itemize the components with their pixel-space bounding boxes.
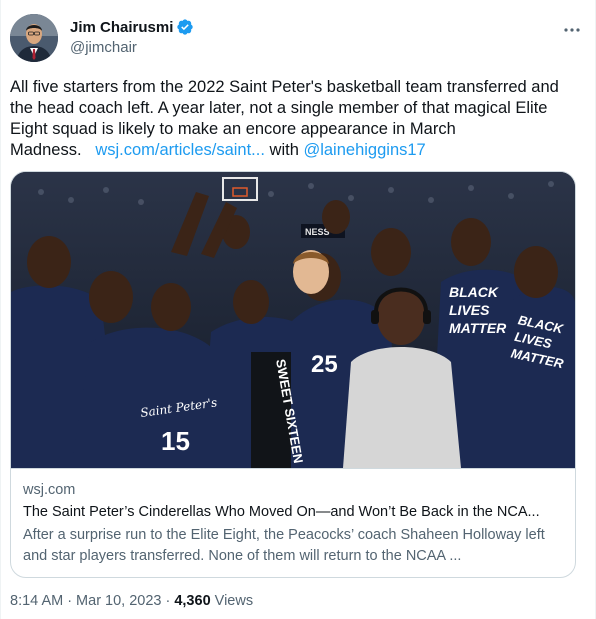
tweet-date[interactable]: Mar 10, 2023: [76, 593, 161, 609]
avatar[interactable]: [10, 14, 58, 62]
team-celebration-photo: NESS BLACK LIVES MATTER BLACK LIVES MATT…: [11, 172, 575, 468]
tweet-with-text: with: [269, 141, 299, 159]
shirt-text-1c: MATTER: [449, 320, 507, 336]
shirt-text-1a: BLACK: [449, 284, 499, 300]
author-handle[interactable]: @jimchair: [70, 39, 137, 56]
mention-link[interactable]: @lainehiggins17: [303, 141, 425, 159]
article-link[interactable]: wsj.com/articles/saint...: [95, 141, 265, 159]
card-description: After a surprise run to the Elite Eight,…: [23, 527, 545, 564]
author-display-name[interactable]: Jim Chairusmi: [70, 19, 173, 36]
card-divider: [11, 468, 575, 469]
tweet-meta: 8:14 AM · Mar 10, 2023 · 4,360 Views: [10, 593, 254, 609]
views-label: Views: [214, 593, 254, 609]
card-title[interactable]: The Saint Peter’s Cinderellas Who Moved …: [23, 504, 563, 520]
tweet-header: Jim Chairusmi @jimchair: [10, 12, 586, 64]
views-count: 4,360: [174, 593, 211, 609]
shirt-text-1b: LIVES: [449, 302, 490, 318]
tweet-text: All five starters from the 2022 Saint Pe…: [10, 77, 576, 161]
avatar-image: [10, 14, 58, 62]
frame-border-left: [0, 0, 1, 619]
author-name-row: Jim Chairusmi: [70, 18, 194, 36]
card-image[interactable]: NESS BLACK LIVES MATTER BLACK LIVES MATT…: [11, 172, 575, 468]
link-preview-card[interactable]: NESS BLACK LIVES MATTER BLACK LIVES MATT…: [10, 171, 576, 578]
verified-badge-icon: [176, 18, 194, 36]
jersey-number-left: 15: [161, 426, 190, 456]
tweet-time[interactable]: 8:14 AM: [10, 593, 63, 609]
card-domain: wsj.com: [23, 482, 76, 498]
more-dots-icon[interactable]: [562, 20, 582, 40]
jersey-number-mid: 25: [311, 351, 338, 378]
